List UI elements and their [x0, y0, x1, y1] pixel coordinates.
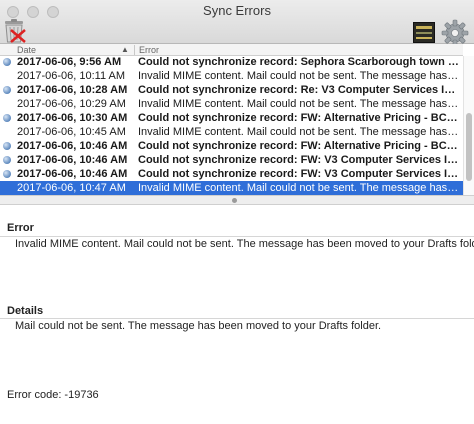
gear-icon[interactable]	[441, 19, 469, 47]
trash-icon[interactable]	[1, 18, 27, 44]
row-error-message: Could not synchronize record: FW: Altern…	[138, 112, 460, 124]
row-error-message: Could not synchronize record: FW: Altern…	[138, 140, 460, 152]
error-section-divider	[0, 236, 474, 237]
sync-status-icon	[3, 86, 11, 94]
error-code-value: -19736	[64, 389, 99, 401]
row-error-message: Invalid MIME content. Mail could not be …	[138, 98, 460, 110]
column-header-date[interactable]: Date	[17, 44, 36, 56]
sync-status-icon	[3, 58, 11, 66]
row-date: 2017-06-06, 9:56 AM	[17, 56, 122, 68]
row-error-message: Invalid MIME content. Mail could not be …	[138, 182, 460, 194]
row-date: 2017-06-06, 10:29 AM	[17, 98, 126, 110]
column-header-error[interactable]: Error	[139, 44, 159, 56]
table-row[interactable]: 2017-06-06, 10:29 AM Invalid MIME content…	[0, 97, 463, 111]
error-code-label: Error code:	[7, 389, 62, 401]
row-date: 2017-06-06, 10:11 AM	[17, 70, 126, 82]
row-error-message: Could not synchronize record: Sephora Sc…	[138, 56, 460, 68]
row-date: 2017-06-06, 10:30 AM	[17, 112, 128, 124]
row-error-message: Could not synchronize record: Re: V3 Com…	[138, 84, 460, 96]
row-error-message: Invalid MIME content. Mail could not be …	[138, 126, 460, 138]
error-section-text: Invalid MIME content. Mail could not be …	[15, 238, 474, 250]
scrollbar-thumb[interactable]	[466, 113, 472, 181]
row-error-message: Could not synchronize record: FW: V3 Com…	[138, 168, 460, 180]
row-date: 2017-06-06, 10:47 AM	[17, 182, 126, 194]
row-date: 2017-06-06, 10:28 AM	[17, 84, 128, 96]
row-error-message: Could not synchronize record: FW: V3 Com…	[138, 154, 460, 166]
details-section-text: Mail could not be sent. The message has …	[15, 320, 382, 332]
sync-status-icon	[3, 114, 11, 122]
error-section-label: Error	[7, 222, 34, 234]
table-row[interactable]: 2017-06-06, 10:46 AM Could not synchroniz…	[0, 153, 463, 167]
table-header: Date ▲ Error	[0, 44, 463, 56]
sync-status-icon	[3, 170, 11, 178]
split-view-divider[interactable]	[0, 195, 474, 205]
table-row[interactable]: 2017-06-06, 10:11 AM Invalid MIME content…	[0, 69, 463, 83]
error-code: Error code: -19736	[7, 389, 99, 401]
table-row[interactable]: 2017-06-06, 10:46 AM Could not synchroniz…	[0, 167, 463, 181]
row-date: 2017-06-06, 10:46 AM	[17, 154, 128, 166]
title-bar: Sync Errors	[0, 0, 474, 47]
splitter-handle-icon[interactable]	[232, 198, 237, 203]
table-row[interactable]: 2017-06-06, 10:28 AM Could not synchroniz…	[0, 83, 463, 97]
details-section-divider	[0, 318, 474, 319]
log-book-icon[interactable]	[413, 22, 435, 43]
table-row[interactable]: 2017-06-06, 10:46 AM Could not synchroniz…	[0, 139, 463, 153]
row-error-message: Invalid MIME content. Mail could not be …	[138, 70, 460, 82]
sort-ascending-icon: ▲	[121, 45, 129, 54]
column-divider[interactable]	[134, 45, 135, 55]
sync-status-icon	[3, 142, 11, 150]
vertical-scrollbar[interactable]	[463, 56, 474, 195]
details-section-label: Details	[7, 305, 44, 317]
sync-status-icon	[3, 156, 11, 164]
row-date: 2017-06-06, 10:46 AM	[17, 140, 128, 152]
table-row[interactable]: 2017-06-06, 10:45 AM Invalid MIME content…	[0, 125, 463, 139]
table-row[interactable]: 2017-06-06, 9:56 AM Could not synchronize…	[0, 56, 463, 69]
row-date: 2017-06-06, 10:46 AM	[17, 168, 128, 180]
row-date: 2017-06-06, 10:45 AM	[17, 126, 126, 138]
window-title: Sync Errors	[203, 3, 271, 18]
table-row[interactable]: 2017-06-06, 10:47 AM Invalid MIME content…	[0, 181, 463, 195]
sync-error-list[interactable]: 2017-06-06, 9:56 AM Could not synchronize…	[0, 56, 463, 195]
table-row[interactable]: 2017-06-06, 10:30 AM Could not synchroniz…	[0, 111, 463, 125]
